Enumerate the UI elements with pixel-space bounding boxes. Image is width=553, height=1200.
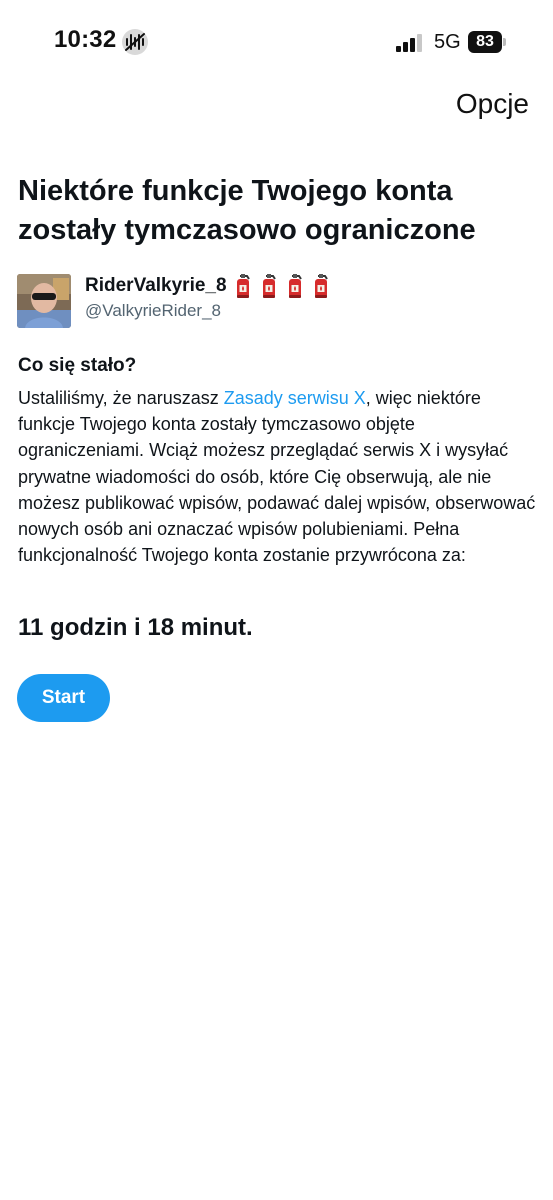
account-name-row: RiderValkyrie_8 [85,273,332,299]
battery-tip [503,38,506,46]
start-button[interactable]: Start [17,674,110,722]
avatar[interactable] [17,274,71,328]
battery-icon: 83 [468,31,502,53]
fire-extinguisher-icon [236,274,250,298]
battery-level: 83 [476,33,494,50]
fire-extinguisher-icon [262,274,276,298]
network-type: 5G [434,31,461,53]
focus-mode-icon [122,29,148,55]
fire-extinguisher-icon [314,274,328,298]
cellular-signal-icon [396,34,422,52]
section-title: Co się stało? [18,355,137,376]
rules-link[interactable]: Zasady serwisu X [224,388,366,408]
display-name: RiderValkyrie_8 [85,275,227,296]
restriction-screen: 10:32 5G 83 Opcje Niektóre funkcje Twoje… [0,0,553,1200]
account-handle: @ValkyrieRider_8 [85,301,221,320]
explanation-text-part: , więc niektóre funkcje Twojego konta zo… [18,388,536,566]
options-button[interactable]: Opcje [456,88,529,120]
fire-extinguisher-icon [288,274,302,298]
restriction-countdown: 11 godzin i 18 minut. [18,614,253,641]
page-title: Niektóre funkcje Twojego konta zostały t… [18,175,476,246]
explanation-text-part: Ustaliliśmy, że naruszasz [18,388,224,408]
name-emoji-group [232,273,332,299]
explanation-text: Ustaliliśmy, że naruszasz Zasady serwisu… [18,385,538,568]
status-time: 10:32 [54,26,117,53]
